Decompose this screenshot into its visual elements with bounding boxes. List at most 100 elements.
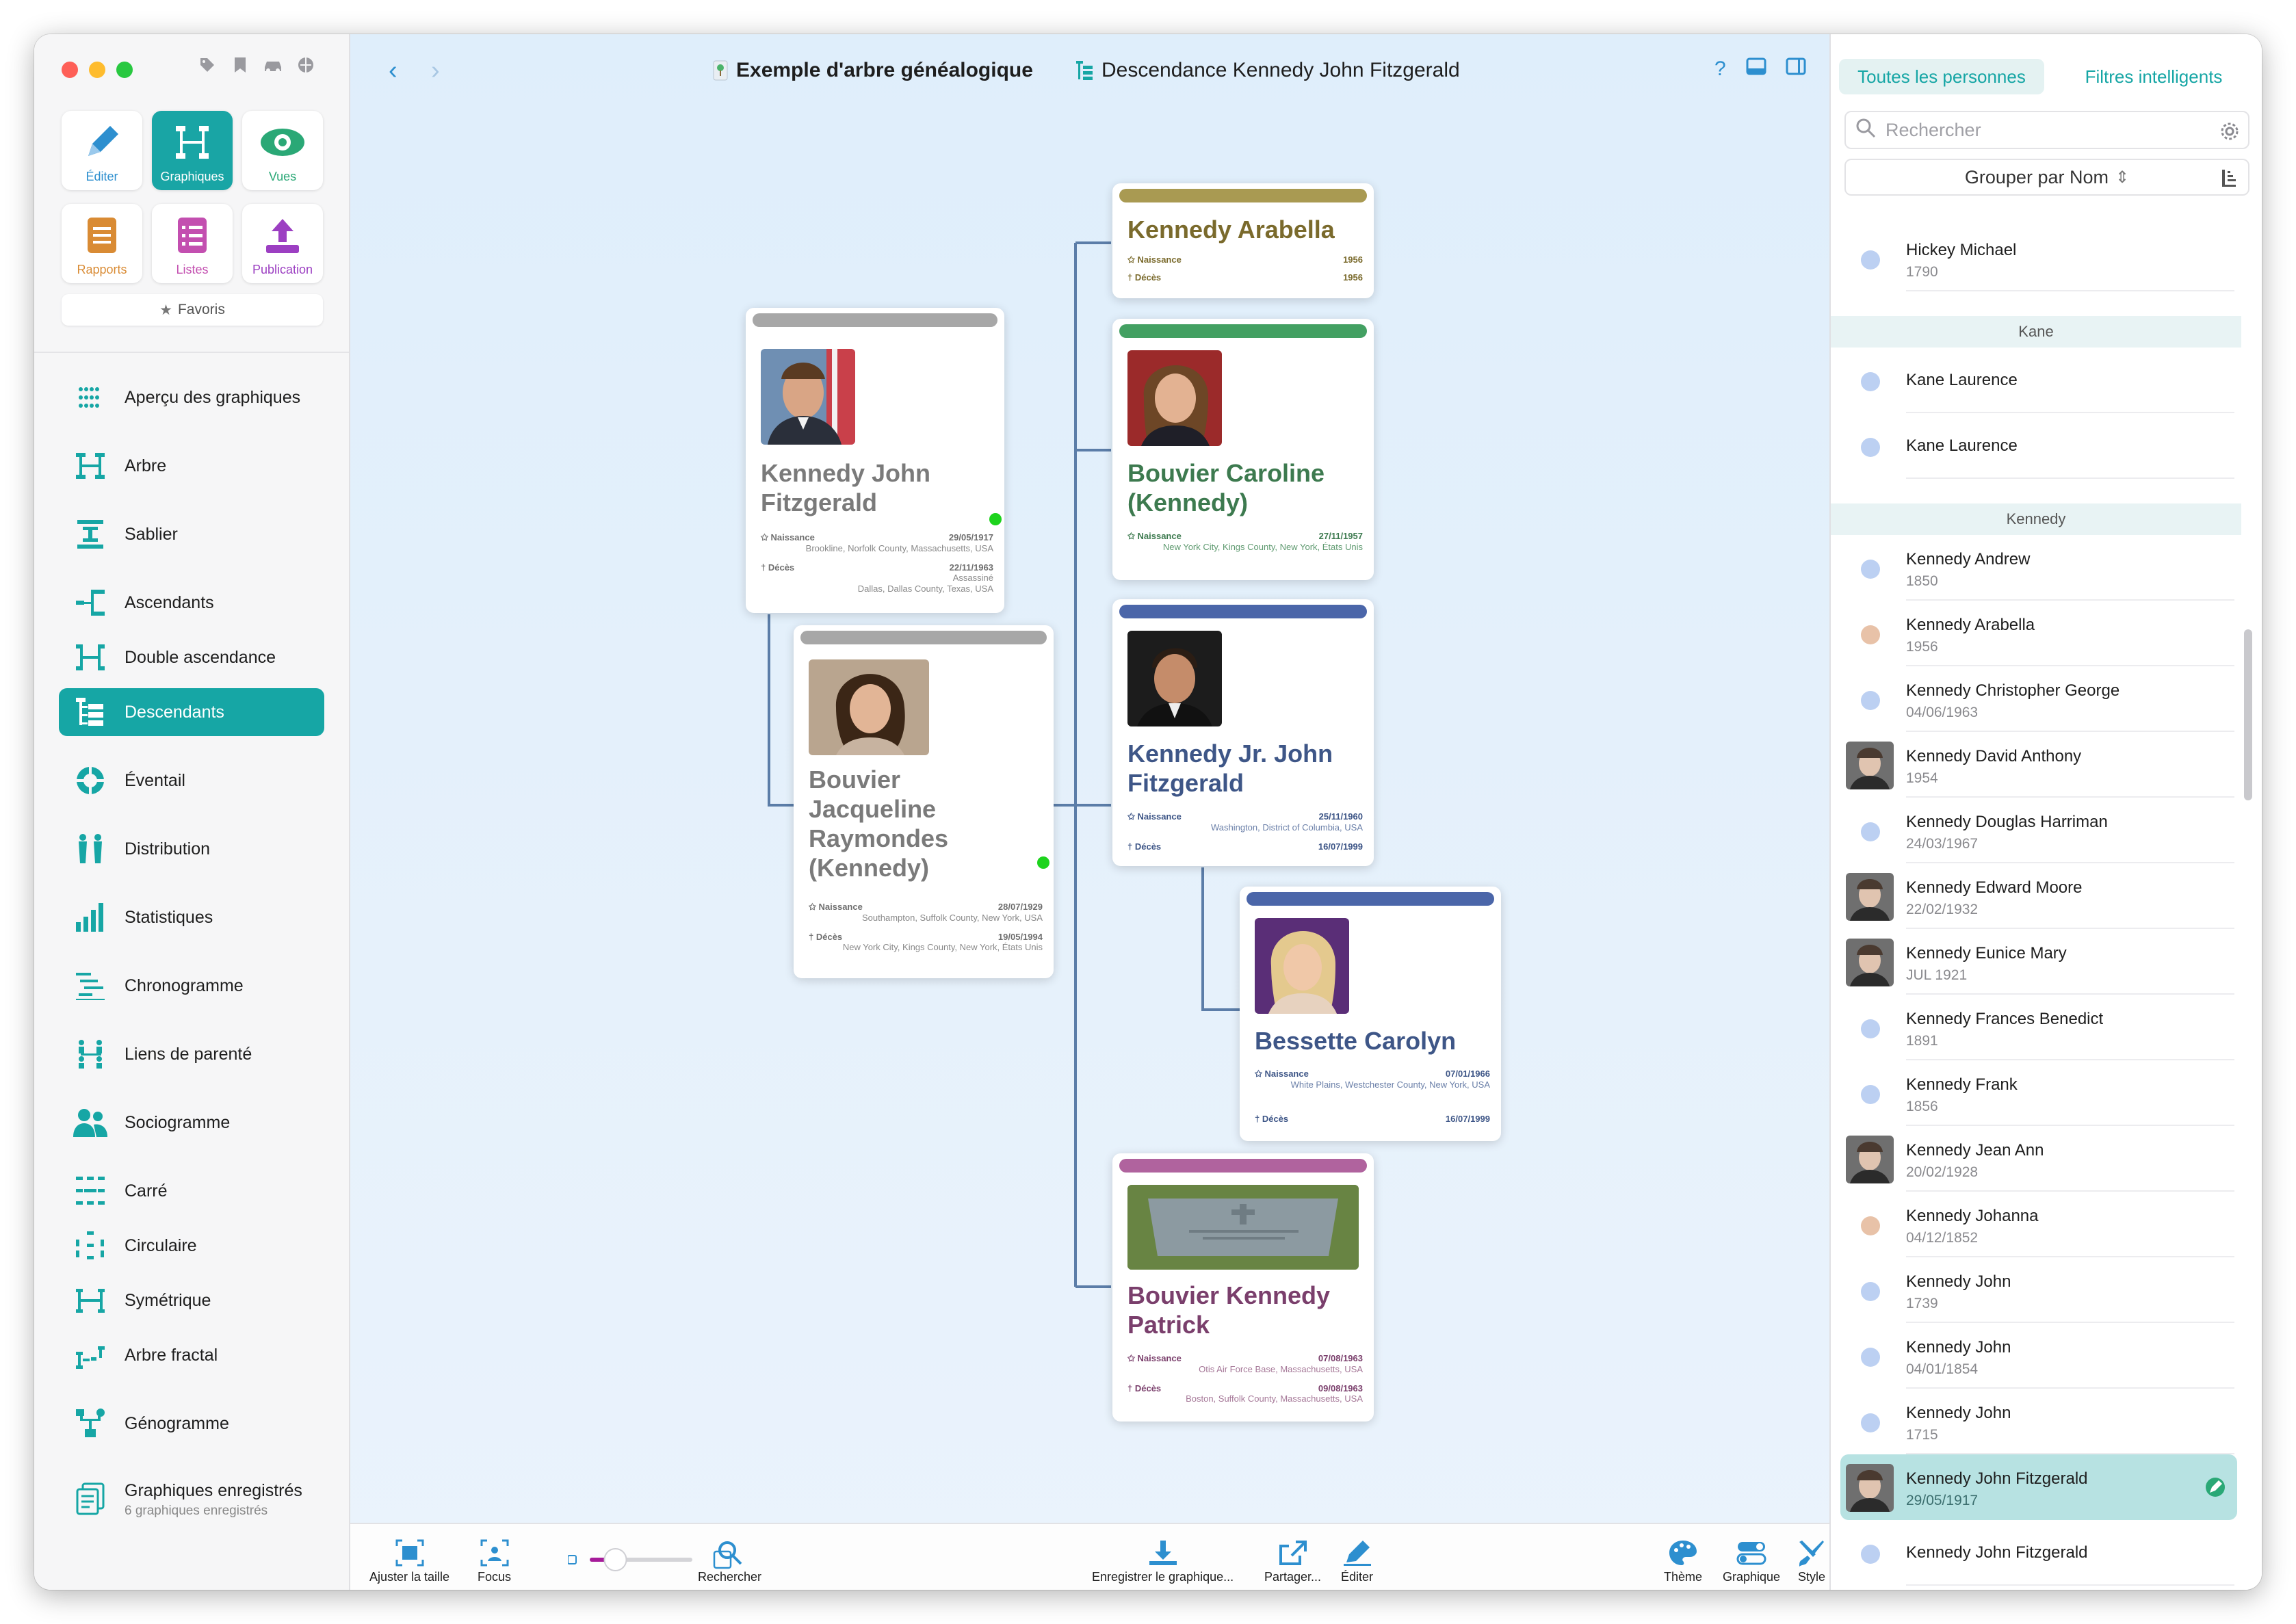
list-item[interactable]: Kane Laurence (1831, 348, 2241, 413)
car-icon[interactable] (263, 55, 283, 75)
card-birth-event: ✩ Naissance 07/08/1963 Otis Air Force Bas… (1127, 1353, 1363, 1375)
tile-editer[interactable]: Éditer (62, 111, 142, 190)
search-button[interactable]: Rechercher (698, 1536, 761, 1584)
sidebar-item-sablier[interactable]: Sablier (59, 510, 324, 558)
list-item[interactable]: Kennedy Frank 1856 (1831, 1060, 2241, 1126)
sidebar-item-graphiques-enregistres[interactable]: Graphiques enregistrés 6 graphiques enre… (59, 1468, 324, 1531)
tab-smart-filters[interactable]: Filtres intelligents (2051, 59, 2256, 94)
list-item[interactable]: Kennedy Andrew 1850 (1831, 535, 2241, 601)
graph-settings-button[interactable]: Graphique (1723, 1536, 1780, 1584)
edit-tag-icon[interactable] (2203, 1475, 2228, 1503)
tile-listes[interactable]: Listes (152, 204, 233, 283)
person-card-arabella[interactable]: Kennedy Arabella ✩ Naissance 1956 † Décès… (1112, 183, 1374, 298)
sidebar-item-sociogramme[interactable]: Sociogramme (59, 1099, 324, 1147)
person-card-carolyn[interactable]: Bessette Carolyn ✩ Naissance 07/01/1966 W… (1240, 887, 1501, 1141)
sidebar: Éditer Graphiques Vues Rapports Listes P… (34, 34, 350, 1590)
sidebar-item-descendants[interactable]: Descendants (59, 688, 324, 736)
saved-charts-text: Graphiques enregistrés 6 graphiques enre… (125, 1481, 302, 1519)
style-button[interactable]: Style (1797, 1536, 1827, 1584)
list-item[interactable]: Hickey Michael 1790 (1831, 226, 2241, 291)
list-item[interactable]: Kennedy Christopher George 04/06/1963 (1831, 666, 2241, 732)
list-item[interactable]: Kennedy Douglas Harriman 24/03/1967 (1831, 798, 2241, 863)
save-chart-button[interactable]: Enregistrer le graphique... (1092, 1536, 1234, 1584)
list-item[interactable]: Kane Laurence (1831, 413, 2241, 479)
card-color-bar (1119, 324, 1367, 338)
sort-icon[interactable] (2221, 168, 2237, 192)
list-item[interactable]: Kennedy Jean Ann 20/02/1928 (1831, 1126, 2241, 1192)
list-item[interactable]: Kennedy Edward Moore 22/02/1932 (1831, 863, 2241, 929)
death-label: Décès (768, 562, 795, 573)
gear-icon[interactable] (2219, 121, 2240, 146)
list-item[interactable]: Kennedy John 1715 (1831, 1389, 2241, 1454)
tab-all-persons[interactable]: Toutes les personnes (1839, 59, 2044, 94)
sidebar-item-apercu[interactable]: Aperçu des graphiques (59, 374, 324, 421)
sidebar-item-arbre-fractal[interactable]: Arbre fractal (59, 1331, 324, 1379)
sidebar-item-circulaire[interactable]: Circulaire (59, 1222, 324, 1270)
sidebar-item-arbre[interactable]: Arbre (59, 442, 324, 490)
fit-size-button[interactable]: Ajuster la taille (369, 1536, 449, 1584)
death-place: Boston, Suffolk County, Massachusetts, U… (1186, 1393, 1363, 1404)
group-by-select[interactable]: Grouper par Nom ⇕ (1844, 159, 2249, 196)
person-card-caroline[interactable]: Bouvier Caroline (Kennedy) ✩ Naissance 27… (1112, 319, 1374, 580)
person-search-field[interactable]: Rechercher (1844, 111, 2249, 149)
list-item[interactable]: Kennedy John 04/01/1854 (1831, 1323, 2241, 1389)
tile-graphiques[interactable]: Graphiques (152, 111, 233, 190)
card-death-event: † Décès 09/08/1963 Boston, Suffolk County… (1127, 1383, 1363, 1404)
tile-publication[interactable]: Publication (242, 204, 323, 283)
sidebar-item-carre[interactable]: Carré (59, 1167, 324, 1215)
sidebar-item-eventail[interactable]: Éventail (59, 757, 324, 804)
edit-button[interactable]: Éditer (1341, 1536, 1373, 1584)
sidebar-item-statistiques[interactable]: Statistiques (59, 893, 324, 941)
tag-icon[interactable] (197, 55, 218, 75)
list-item[interactable]: Kennedy John Fitzgerald 29/05/1917 (1840, 1454, 2237, 1520)
list-item[interactable]: Kennedy John Fitzgerald (1831, 1520, 2241, 1586)
ancestors-icon (71, 584, 109, 622)
graph-settings-label: Graphique (1723, 1570, 1781, 1584)
tile-label: Vues (268, 170, 297, 183)
focus-button[interactable]: Focus (478, 1536, 511, 1584)
list-item[interactable]: Kennedy John 1739 (1831, 1257, 2241, 1323)
persons-list-scrollbar[interactable] (2244, 629, 2252, 800)
person-card-jackie[interactable]: Bouvier Jacqueline Raymondes (Kennedy) ✩… (794, 625, 1054, 978)
close-window-button[interactable] (62, 62, 78, 78)
sidebar-item-double-ascendance[interactable]: Double ascendance (59, 633, 324, 681)
sidebar-item-distribution[interactable]: Distribution (59, 825, 324, 873)
sidebar-item-label: Statistiques (125, 907, 213, 927)
tile-rapports[interactable]: Rapports (62, 204, 142, 283)
bookmark-icon[interactable] (230, 55, 250, 75)
list-item[interactable]: Kennedy Eunice Mary JUL 1921 (1831, 929, 2241, 995)
list-item[interactable]: Kennedy Johanna 04/12/1852 (1831, 1192, 2241, 1257)
theme-button[interactable]: Thème (1664, 1536, 1702, 1584)
death-label: Décès (1134, 841, 1162, 852)
person-name: Kennedy John (1906, 1404, 2011, 1422)
list-item[interactable]: Kennedy Frances Benedict 1891 (1831, 995, 2241, 1060)
card-name: Bessette Carolyn (1255, 1027, 1457, 1055)
tile-vues[interactable]: Vues (242, 111, 323, 190)
zoom-window-button[interactable] (116, 62, 133, 78)
photo-carolyn (1255, 918, 1349, 1014)
person-card-jfk[interactable]: Kennedy John Fitzgerald ✩ Naissance 29/05… (746, 308, 1004, 613)
minimize-window-button[interactable] (89, 62, 105, 78)
list-item[interactable]: Kennedy Arabella 1956 (1831, 601, 2241, 666)
birth-label: Naissance (1264, 1069, 1309, 1079)
person-card-jfk-jr[interactable]: Kennedy Jr. John Fitzgerald ✩ Naissance 2… (1112, 599, 1374, 866)
favoris-label: Favoris (177, 302, 225, 317)
sidebar-item-symetrique[interactable]: Symétrique (59, 1276, 324, 1324)
sidebar-item-chronogramme[interactable]: Chronogramme (59, 962, 324, 1010)
favoris-button[interactable]: ★ Favoris (62, 294, 323, 326)
birth-date: 28/07/1929 (997, 902, 1043, 912)
card-color-bar (1247, 892, 1494, 906)
sidebar-item-label: Double ascendance (125, 647, 276, 667)
birth-place: Brookline, Norfolk County, Massachusetts… (805, 543, 993, 553)
sidebar-item-label: Arbre fractal (125, 1345, 218, 1365)
sidebar-item-genogramme[interactable]: Génogramme (59, 1400, 324, 1448)
person-card-patrick[interactable]: Bouvier Kennedy Patrick ✩ Naissance 07/08… (1112, 1153, 1374, 1422)
list-item[interactable]: Kennedy David Anthony 1954 (1831, 732, 2241, 798)
sidebar-item-ascendants[interactable]: Ascendants (59, 579, 324, 627)
share-button[interactable]: Partager... (1264, 1536, 1321, 1584)
tile-label: Éditer (86, 170, 118, 183)
tile-label: Publication (252, 263, 313, 276)
sidebar-item-liens-de-parente[interactable]: Liens de parenté (59, 1030, 324, 1078)
globe-tree-icon[interactable] (296, 55, 316, 75)
birth-label: Naissance (1137, 811, 1182, 822)
